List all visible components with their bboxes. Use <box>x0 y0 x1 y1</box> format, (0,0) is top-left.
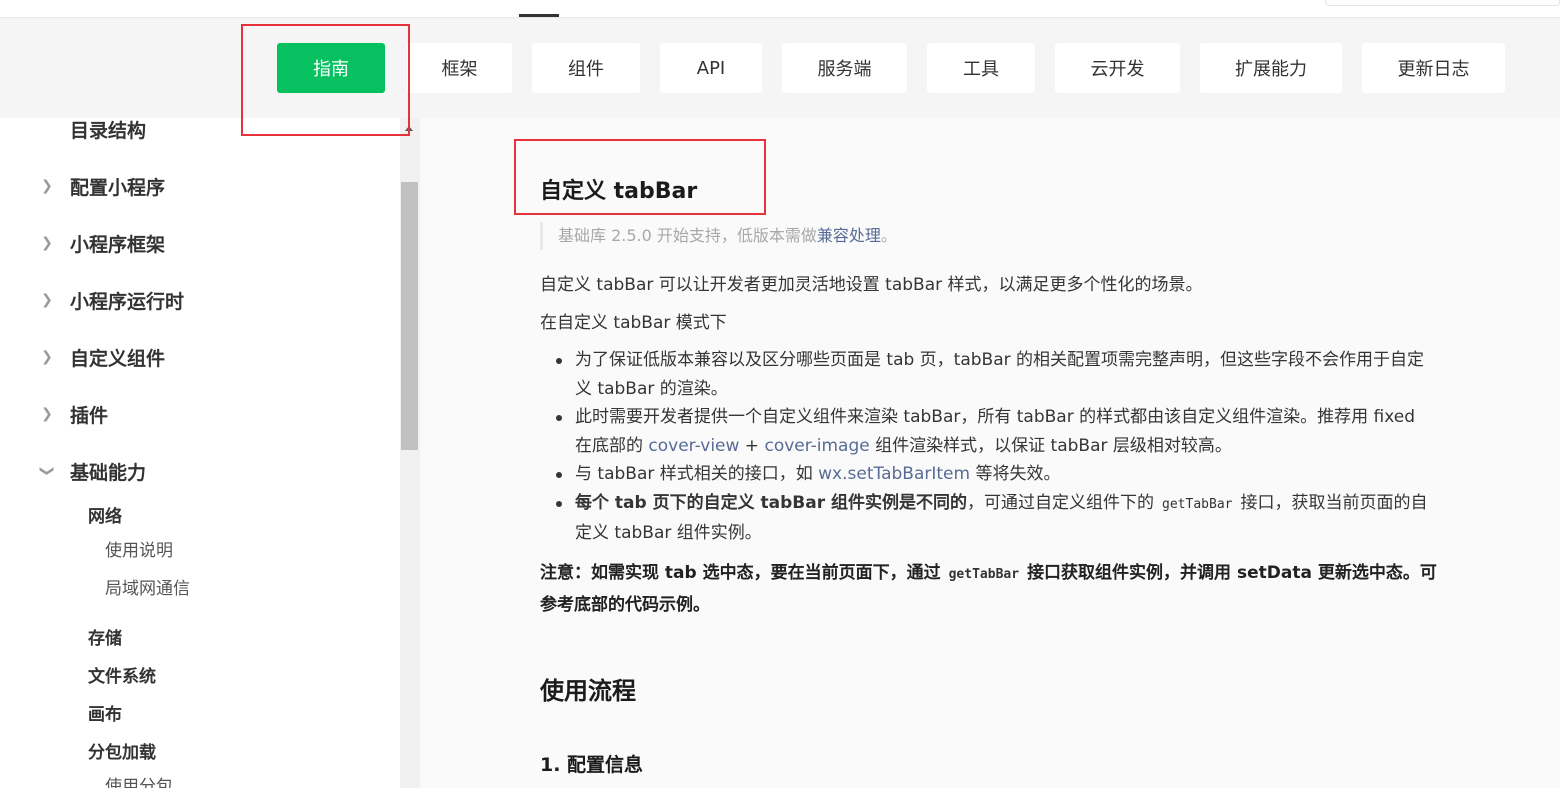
list-item-text: 组件渲染样式，以保证 tabBar 层级相对较高。 <box>869 435 1232 456</box>
compat-link[interactable]: 兼容处理 <box>817 226 881 245</box>
list-item-text: 为了保证低版本兼容以及区分哪些页面是 tab 页，tabBar 的相关配置项需完… <box>575 350 1425 399</box>
sidebar-item-label: 插件 <box>70 404 109 427</box>
section-heading: 使用流程 <box>540 677 636 705</box>
cover-view-link[interactable]: cover-view <box>648 436 739 456</box>
sidebar-subitem-filesystem[interactable]: 文件系统 <box>88 662 156 687</box>
list-item-text: ，可通过自定义组件下的 <box>967 492 1155 513</box>
sidebar-item-label: 自定义组件 <box>70 347 166 370</box>
sidebar-scrollbar[interactable] <box>400 118 420 788</box>
sidebar-subitem-network-usage[interactable]: 使用说明 <box>105 536 173 561</box>
sidebar-item-label: 小程序框架 <box>70 233 166 256</box>
intro-paragraph: 自定义 tabBar 可以让开发者更加灵活地设置 tabBar 样式，以满足更多… <box>540 275 1203 295</box>
page: 指南 框架 组件 API 服务端 工具 云开发 扩展能力 更新日志 目录结构 ❯… <box>0 0 1560 788</box>
tab-tools[interactable]: 工具 <box>927 43 1035 93</box>
sidebar-item-framework[interactable]: ❯ 小程序框架 <box>0 223 400 263</box>
scrollbar-thumb[interactable] <box>401 182 418 450</box>
top-nav-bar <box>0 0 1560 18</box>
sidebar-item-label: 目录结构 <box>70 119 147 142</box>
sidebar-subitem-use-subpackages[interactable]: 使用分包 <box>105 772 173 788</box>
chevron-right-icon: ❯ <box>41 235 53 251</box>
main-content: 自定义 tabBar 基础库 2.5.0 开始支持，低版本需做兼容处理。 自定义… <box>420 118 1560 788</box>
sidebar-subitem-storage[interactable]: 存储 <box>88 624 122 649</box>
sidebar-item-config[interactable]: ❯ 配置小程序 <box>0 166 400 206</box>
sidebar-subitem-canvas[interactable]: 画布 <box>88 700 122 725</box>
chevron-down-icon: ❯ <box>39 465 55 477</box>
page-title: 自定义 tabBar <box>540 179 698 204</box>
cover-image-link[interactable]: cover-image <box>764 436 869 456</box>
sidebar-item-label: 配置小程序 <box>70 176 166 199</box>
tab-framework[interactable]: 框架 <box>407 43 512 93</box>
search-box[interactable] <box>1325 0 1560 6</box>
chevron-right-icon: ❯ <box>41 349 53 365</box>
tab-cloud[interactable]: 云开发 <box>1055 43 1180 93</box>
sidebar-item-label: 基础能力 <box>70 461 147 484</box>
tab-extensions[interactable]: 扩展能力 <box>1200 43 1342 93</box>
sidebar-item-runtime[interactable]: ❯ 小程序运行时 <box>0 280 400 320</box>
tab-components[interactable]: 组件 <box>532 43 640 93</box>
warning-note: 注意：如需实现 tab 选中态，要在当前页面下，通过 getTabBar 接口获取组… <box>540 558 1440 621</box>
plus-text: + <box>739 435 765 456</box>
sidebar-item-custom-components[interactable]: ❯ 自定义组件 <box>0 337 400 377</box>
set-tabbar-item-link[interactable]: wx.setTabBarItem <box>818 464 970 484</box>
sidebar: 目录结构 ❯ 配置小程序 ❯ 小程序框架 ❯ 小程序运行时 ❯ 自定义组件 ❯ … <box>0 118 400 788</box>
scroll-up-arrow-icon[interactable] <box>405 126 413 131</box>
tab-server[interactable]: 服务端 <box>782 43 907 93</box>
sidebar-subitem-subpackages[interactable]: 分包加载 <box>88 738 156 763</box>
version-note-text: 基础库 2.5.0 开始支持，低版本需做 <box>558 226 817 245</box>
list-item-text: 与 tabBar 样式相关的接口，如 <box>575 464 819 484</box>
tab-guide[interactable]: 指南 <box>277 43 385 93</box>
sidebar-item-directory-structure[interactable]: 目录结构 <box>0 118 400 149</box>
tab-changelog[interactable]: 更新日志 <box>1362 43 1505 93</box>
step-heading: 1. 配置信息 <box>540 754 644 776</box>
list-item-text: 等将失效。 <box>970 464 1061 484</box>
version-note: 基础库 2.5.0 开始支持，低版本需做兼容处理。 <box>540 222 1430 250</box>
list-item: 为了保证低版本兼容以及区分哪些页面是 tab 页，tabBar 的相关配置项需完… <box>540 346 1430 403</box>
category-tabs: 指南 框架 组件 API 服务端 工具 云开发 扩展能力 更新日志 <box>0 18 1560 118</box>
chevron-right-icon: ❯ <box>41 292 53 308</box>
tab-api[interactable]: API <box>660 43 762 93</box>
sidebar-subitem-lan[interactable]: 局域网通信 <box>105 574 190 599</box>
sidebar-item-label: 小程序运行时 <box>70 290 185 313</box>
sidebar-item-basic-capabilities[interactable]: ❯ 基础能力 <box>0 451 400 491</box>
list-item: 每个 tab 页下的自定义 tabBar 组件实例是不同的，可通过自定义组件下的… <box>540 489 1430 548</box>
version-note-end: 。 <box>880 226 897 245</box>
bold-text: 每个 tab 页下的自定义 tabBar 组件实例是不同的 <box>575 492 968 513</box>
chevron-right-icon: ❯ <box>41 406 53 422</box>
active-nav-indicator <box>519 14 559 17</box>
rules-list: 为了保证低版本兼容以及区分哪些页面是 tab 页，tabBar 的相关配置项需完… <box>540 346 1430 548</box>
chevron-right-icon: ❯ <box>41 178 53 194</box>
sidebar-subitem-network[interactable]: 网络 <box>88 502 122 527</box>
list-item: 与 tabBar 样式相关的接口，如 wx.setTabBarItem 等将失效… <box>540 460 1430 489</box>
sidebar-item-plugins[interactable]: ❯ 插件 <box>0 394 400 434</box>
inline-code: getTabBar <box>948 567 1020 582</box>
warning-text: 注意：如需实现 tab 选中态，要在当前页面下，通过 <box>540 563 941 583</box>
mode-paragraph: 在自定义 tabBar 模式下 <box>540 313 727 333</box>
list-item: 此时需要开发者提供一个自定义组件来渲染 tabBar，所有 tabBar 的样式… <box>540 403 1430 460</box>
inline-code: getTabBar <box>1162 496 1233 512</box>
